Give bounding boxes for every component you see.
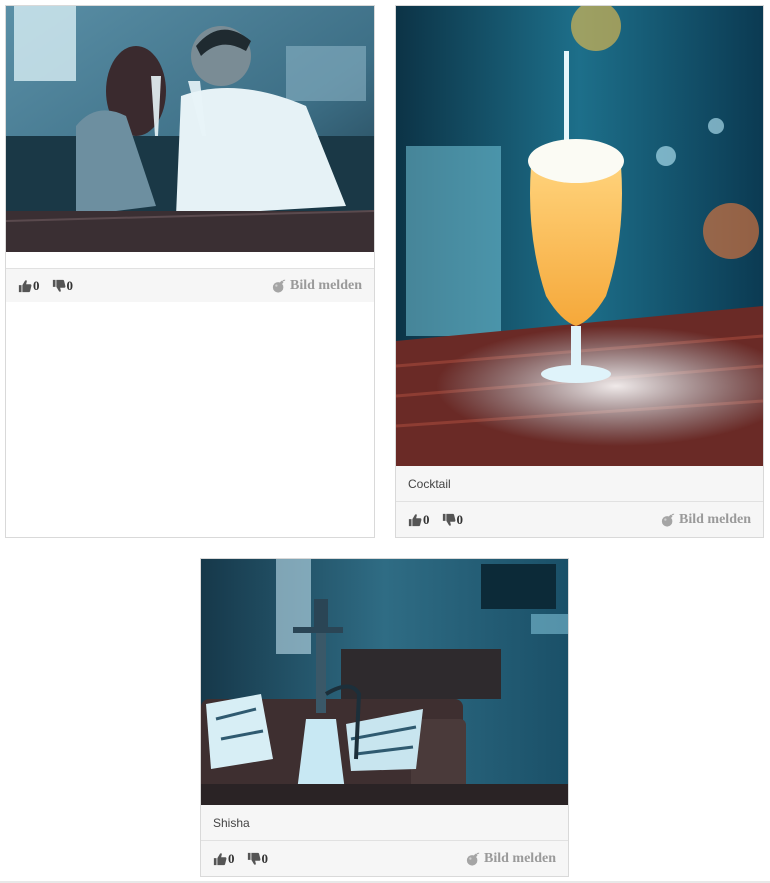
card-footer: 0 0 Bild melden xyxy=(396,502,763,537)
report-label: Bild melden xyxy=(290,277,362,293)
photo-cocktail[interactable] xyxy=(396,6,763,466)
photo-couple-toast-image xyxy=(6,6,374,252)
photo-couple-toast[interactable] xyxy=(6,6,374,252)
thumbs-up-icon xyxy=(18,279,32,293)
photo-cocktail-image xyxy=(396,6,763,466)
thumbs-down-icon xyxy=(247,852,261,866)
like-button[interactable]: 0 xyxy=(213,851,235,867)
bomb-icon xyxy=(466,852,480,866)
gallery-card-cocktail: Cocktail 0 0 Bild melden xyxy=(395,5,764,538)
dislike-button[interactable]: 0 xyxy=(52,277,74,294)
gallery-card-shisha: Shisha 0 0 Bild melden xyxy=(200,558,569,877)
image-caption: Cocktail xyxy=(396,466,763,502)
like-button[interactable]: 0 xyxy=(408,512,430,528)
report-image-button[interactable]: Bild melden xyxy=(661,512,751,528)
report-label: Bild melden xyxy=(484,850,556,866)
report-label: Bild melden xyxy=(679,511,751,527)
thumbs-up-icon xyxy=(408,513,422,527)
dislike-button[interactable]: 0 xyxy=(247,850,269,867)
like-count: 0 xyxy=(228,850,235,866)
like-count: 0 xyxy=(423,511,430,527)
thumbs-down-icon xyxy=(442,513,456,527)
photo-shisha-image xyxy=(201,559,568,805)
dislike-button[interactable]: 0 xyxy=(442,511,464,528)
photo-shisha[interactable] xyxy=(201,559,568,805)
like-count: 0 xyxy=(33,277,40,293)
report-image-button[interactable]: Bild melden xyxy=(272,278,362,294)
dislike-count: 0 xyxy=(261,850,269,866)
dislike-count: 0 xyxy=(66,277,74,293)
gallery-card-couple: 0 0 Bild melden xyxy=(5,5,375,538)
thumbs-up-icon xyxy=(213,852,227,866)
card-footer: 0 0 Bild melden xyxy=(201,841,568,876)
bomb-icon xyxy=(661,513,675,527)
thumbs-down-icon xyxy=(52,279,66,293)
bomb-icon xyxy=(272,279,286,293)
card-footer: 0 0 Bild melden xyxy=(6,268,374,302)
image-caption: Shisha xyxy=(201,805,568,841)
dislike-count: 0 xyxy=(456,511,464,527)
like-button[interactable]: 0 xyxy=(18,278,40,294)
report-image-button[interactable]: Bild melden xyxy=(466,851,556,867)
